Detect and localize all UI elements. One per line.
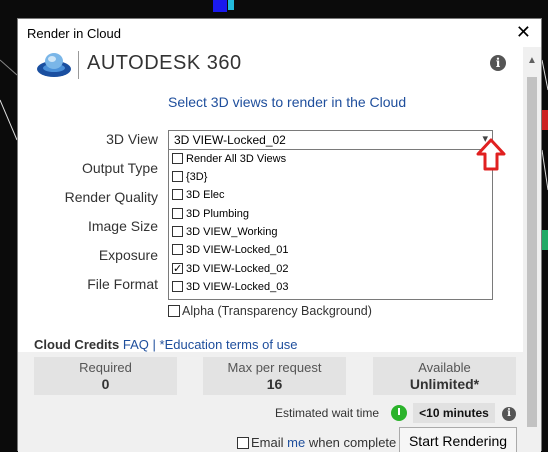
checkbox[interactable]: [172, 208, 183, 219]
label-output-type: Output Type: [81, 160, 158, 176]
dialog-content: AUTODESK 360 i Select 3D views to render…: [18, 47, 523, 452]
cloud-credits-row: Cloud Credits FAQ | *Education terms of …: [34, 337, 298, 352]
max-value: 16: [266, 376, 283, 392]
vertical-scrollbar[interactable]: ▲: [523, 47, 541, 452]
alpha-option[interactable]: Alpha (Transparency Background): [168, 304, 372, 318]
scroll-up-icon[interactable]: ▲: [527, 55, 537, 66]
title-bar[interactable]: Render in Cloud ✕: [18, 19, 541, 47]
list-item[interactable]: {3D}: [172, 168, 207, 186]
wait-time-value: <10 minutes: [413, 403, 495, 423]
email-checkbox[interactable]: [237, 437, 249, 449]
required-credits-card: Required 0: [34, 357, 177, 395]
list-item[interactable]: 3D VIEW_Working: [172, 223, 278, 241]
max-per-request-card: Max per request 16: [203, 357, 346, 395]
cloud-credits-title: Cloud Credits: [34, 337, 120, 352]
label-image-size: Image Size: [87, 218, 158, 234]
link-separator: |: [152, 337, 156, 352]
wait-time-label: Estimated wait time: [275, 406, 380, 420]
available-label: Available: [418, 360, 471, 375]
wait-info-icon[interactable]: i: [502, 407, 516, 421]
list-item[interactable]: 3D Plumbing: [172, 205, 249, 223]
email-me-link[interactable]: me: [287, 435, 305, 450]
education-terms-link[interactable]: *Education terms of use: [160, 337, 298, 352]
label-exposure: Exposure: [98, 247, 158, 263]
red-up-arrow-icon: [476, 138, 506, 171]
label-3d-view: 3D View: [106, 131, 158, 147]
checkbox[interactable]: [172, 153, 183, 164]
close-icon[interactable]: ✕: [516, 22, 531, 43]
email-option[interactable]: Email me when complete: [237, 435, 396, 450]
faq-link[interactable]: FAQ: [123, 337, 149, 352]
3d-view-dropdown[interactable]: 3D VIEW-Locked_02 ▾: [168, 130, 493, 150]
label-file-format: File Format: [87, 276, 158, 292]
alpha-checkbox[interactable]: [168, 305, 180, 317]
list-item[interactable]: 3D VIEW-Locked_02: [172, 260, 289, 278]
available-credits-card: Available Unlimited*: [373, 357, 516, 395]
available-value: Unlimited*: [409, 376, 480, 392]
3d-view-selected-value: 3D VIEW-Locked_02: [174, 133, 286, 147]
list-item[interactable]: 3D VIEW-Locked_01: [172, 241, 289, 259]
checkbox-checked[interactable]: [172, 260, 183, 278]
info-icon[interactable]: i: [490, 55, 506, 71]
3d-view-options-list: Render All 3D Views {3D} 3D Elec 3D Plum…: [168, 150, 493, 300]
label-render-quality: Render Quality: [64, 189, 158, 205]
render-in-cloud-dialog: Render in Cloud ✕ AUTODESK 360 i Select …: [17, 18, 542, 452]
brand-header: AUTODESK 360 i: [18, 47, 523, 87]
brand-name: AUTODESK 360: [87, 52, 242, 74]
list-item[interactable]: Render All 3D Views: [172, 150, 286, 168]
list-item[interactable]: 3D Elec: [172, 186, 225, 204]
scrollbar-thumb[interactable]: [527, 77, 537, 427]
checkbox[interactable]: [172, 281, 183, 292]
required-value: 0: [101, 376, 110, 392]
brand-separator: [78, 51, 79, 79]
max-label: Max per request: [227, 360, 322, 375]
checkbox[interactable]: [172, 244, 183, 255]
autodesk-360-logo-icon: [37, 53, 71, 77]
start-rendering-button[interactable]: Start Rendering: [399, 427, 517, 452]
checkbox[interactable]: [172, 189, 183, 200]
subtitle: Select 3D views to render in the Cloud: [168, 94, 407, 110]
required-label: Required: [79, 360, 132, 375]
list-item[interactable]: 3D VIEW-Locked_03: [172, 278, 289, 296]
status-clock-icon: [391, 405, 407, 421]
window-title: Render in Cloud: [27, 26, 121, 41]
checkbox[interactable]: [172, 171, 183, 182]
checkbox[interactable]: [172, 226, 183, 237]
